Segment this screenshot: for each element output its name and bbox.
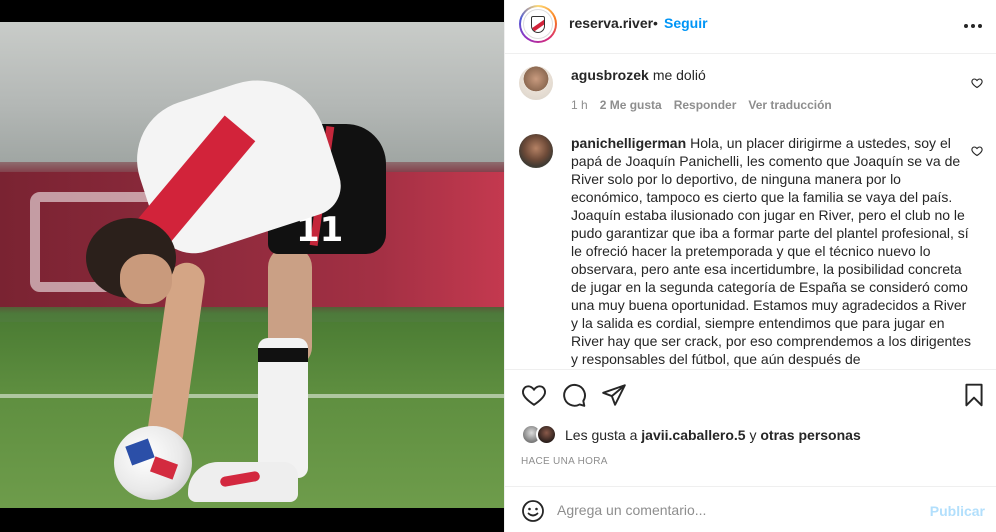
comment-like-heart-icon[interactable] [971,76,985,90]
likes-joiner: y [749,427,757,443]
post-side-panel: reserva.river • Seguir agusbrozek me doli… [504,0,996,532]
see-translation-button[interactable]: Ver traducción [748,96,831,114]
likes-prefix: Les gusta a [565,427,638,443]
post-author-username[interactable]: reserva.river [569,15,653,31]
reply-button[interactable]: Responder [674,96,737,114]
comment-text: me dolió [652,67,706,83]
comment-body: panichelligerman Hola, un placer dirigirm… [571,134,971,368]
emoji-icon[interactable] [521,499,545,523]
photo-pitch-line [0,394,504,398]
photo-sock-band [258,348,308,362]
comment-input[interactable] [557,495,917,525]
post-media[interactable]: 11 [0,0,504,532]
comment-body: agusbrozek me dolió 1 h 2 Me gusta Respon… [571,66,971,114]
likes-others-link[interactable]: otras personas [760,427,860,443]
post-actions-bar [505,369,996,421]
comment-username[interactable]: panichelligerman [571,135,686,151]
post-photo[interactable]: 11 [0,22,504,508]
publish-button[interactable]: Publicar [930,503,985,519]
comment-bubble-icon[interactable] [561,382,587,408]
commenter-avatar[interactable] [519,134,553,168]
comment-text: Hola, un placer dirigirme a ustedes, soy… [571,135,971,367]
club-logo-icon [523,9,553,39]
header-separator: • [653,15,658,31]
follow-button[interactable]: Seguir [664,15,708,31]
save-bookmark-icon[interactable] [961,382,987,408]
likes-user-link[interactable]: javii.caballero.5 [641,427,745,443]
photo-player-face [120,254,172,304]
comment-time[interactable]: 1 h [571,96,588,114]
commenter-avatar[interactable] [519,66,553,100]
like-heart-icon[interactable] [521,382,547,408]
comment-meta: 1 h 2 Me gusta Responder Ver traducción [571,96,971,114]
share-paper-plane-icon[interactable] [601,382,627,408]
liker-avatar [536,424,557,445]
post-author-avatar[interactable] [519,5,557,43]
post-timestamp[interactable]: HACE UNA HORA [521,456,608,467]
liker-avatars [521,424,559,446]
add-comment-bar: Publicar [505,486,996,532]
post-header: reserva.river • Seguir [505,0,996,54]
comment-like-heart-icon[interactable] [971,144,985,158]
more-options-icon[interactable] [963,16,983,36]
likes-summary[interactable]: Les gusta a javii.caballero.5 y otras pe… [521,423,861,447]
comment-likes-count[interactable]: 2 Me gusta [600,96,662,114]
comments-list[interactable]: agusbrozek me dolió 1 h 2 Me gusta Respon… [505,54,996,368]
comment-username[interactable]: agusbrozek [571,67,649,83]
